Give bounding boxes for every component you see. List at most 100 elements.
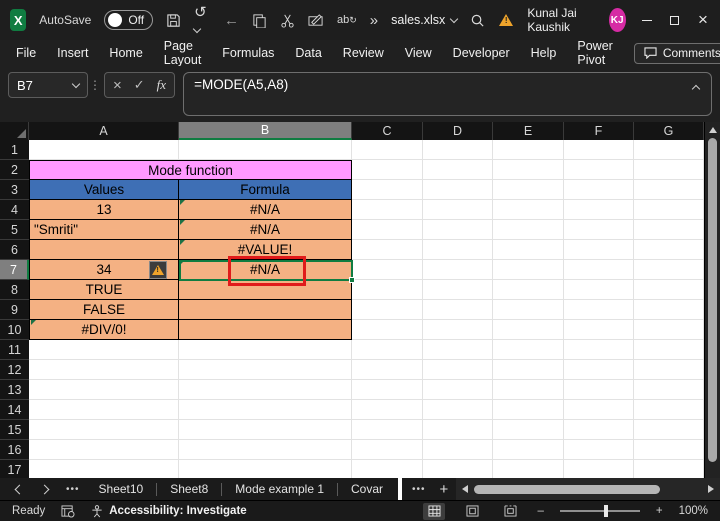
close-button[interactable]: ×	[696, 10, 710, 30]
cell[interactable]	[493, 340, 564, 360]
cell[interactable]	[493, 400, 564, 420]
cell[interactable]	[634, 400, 704, 420]
cell[interactable]	[634, 380, 704, 400]
cell[interactable]	[564, 340, 634, 360]
cell[interactable]	[423, 200, 493, 220]
tab-data[interactable]: Data	[295, 46, 321, 60]
name-box-dropdown-icon[interactable]	[71, 79, 81, 88]
column-header-d[interactable]: D	[423, 122, 493, 140]
cell[interactable]	[634, 340, 704, 360]
cell[interactable]	[564, 440, 634, 460]
column-header-g[interactable]: G	[634, 122, 704, 140]
row-header-10[interactable]: 10	[0, 320, 29, 340]
column-header-a[interactable]: A	[29, 122, 179, 140]
cut-icon[interactable]	[280, 13, 295, 28]
row-header-13[interactable]: 13	[0, 380, 29, 400]
row-header-15[interactable]: 15	[0, 420, 29, 440]
sheet-nav-right-icon[interactable]	[39, 484, 50, 494]
cell[interactable]	[564, 420, 634, 440]
tab-help[interactable]: Help	[531, 46, 557, 60]
row-header-7[interactable]: 7	[0, 260, 29, 280]
cell[interactable]	[493, 220, 564, 240]
cell-a3[interactable]: Values	[29, 180, 179, 200]
column-header-e[interactable]: E	[493, 122, 564, 140]
translate-icon[interactable]: ab↻	[337, 14, 357, 26]
column-header-f[interactable]: F	[564, 122, 634, 140]
cell-b3[interactable]: Formula	[179, 180, 352, 200]
cell[interactable]	[493, 140, 564, 160]
cell[interactable]	[634, 300, 704, 320]
cell[interactable]	[634, 200, 704, 220]
cell[interactable]	[564, 200, 634, 220]
cell[interactable]	[493, 360, 564, 380]
cell[interactable]	[423, 440, 493, 460]
cell[interactable]	[352, 460, 423, 478]
undo-button[interactable]: ↺	[192, 5, 211, 35]
cell[interactable]	[423, 220, 493, 240]
row-header-17[interactable]: 17	[0, 460, 29, 478]
save-icon[interactable]	[166, 13, 181, 28]
sheet-tab-sheet8[interactable]: Sheet8	[157, 478, 221, 500]
cell[interactable]	[493, 460, 564, 478]
cell[interactable]	[634, 320, 704, 340]
cell[interactable]	[423, 400, 493, 420]
vertical-scrollbar[interactable]	[704, 122, 720, 478]
cell-b10[interactable]	[179, 320, 352, 340]
page-break-preview-button[interactable]	[499, 503, 521, 520]
cell[interactable]	[564, 360, 634, 380]
cell-a5[interactable]: "Smriti"	[29, 220, 179, 240]
cell[interactable]	[352, 380, 423, 400]
cell-b9[interactable]	[179, 300, 352, 320]
tab-insert[interactable]: Insert	[57, 46, 88, 60]
cell[interactable]	[179, 460, 352, 478]
cell[interactable]	[564, 460, 634, 478]
cell[interactable]	[29, 460, 179, 478]
tab-home[interactable]: Home	[109, 46, 142, 60]
cell[interactable]	[634, 240, 704, 260]
cell[interactable]	[352, 400, 423, 420]
user-avatar[interactable]: KJ	[608, 8, 626, 32]
select-all-corner[interactable]	[0, 122, 29, 140]
row-header-12[interactable]: 12	[0, 360, 29, 380]
new-sheet-button[interactable]: +	[440, 481, 449, 498]
cell[interactable]	[493, 240, 564, 260]
autosave-toggle[interactable]: Off	[104, 10, 154, 30]
cell[interactable]	[564, 220, 634, 240]
tab-power-pivot[interactable]: Power Pivot	[577, 39, 612, 67]
row-header-6[interactable]: 6	[0, 240, 29, 260]
cell-b4[interactable]: #N/A	[179, 200, 352, 220]
cell[interactable]	[352, 240, 423, 260]
cell[interactable]	[179, 440, 352, 460]
cell-b6[interactable]: #VALUE!	[179, 240, 352, 260]
tab-view[interactable]: View	[405, 46, 432, 60]
cell[interactable]	[352, 280, 423, 300]
cell[interactable]	[493, 260, 564, 280]
zoom-out-button[interactable]: –	[537, 505, 543, 517]
enter-button[interactable]: ✓	[134, 77, 145, 93]
cell[interactable]	[634, 420, 704, 440]
cell[interactable]	[29, 400, 179, 420]
cell[interactable]	[29, 440, 179, 460]
comments-button[interactable]: Comments	[633, 42, 720, 64]
page-layout-view-button[interactable]	[461, 503, 483, 520]
cell[interactable]	[352, 440, 423, 460]
sheet-list-right-icon[interactable]: •••	[412, 484, 426, 495]
cancel-button[interactable]: ×	[113, 77, 122, 94]
cell[interactable]	[564, 180, 634, 200]
cell[interactable]	[352, 420, 423, 440]
macro-record-icon[interactable]	[61, 504, 75, 518]
cell[interactable]	[352, 320, 423, 340]
cell[interactable]	[493, 160, 564, 180]
cell[interactable]	[493, 200, 564, 220]
row-header-9[interactable]: 9	[0, 300, 29, 320]
cell[interactable]	[423, 320, 493, 340]
row-header-4[interactable]: 4	[0, 200, 29, 220]
cell[interactable]	[423, 340, 493, 360]
cell[interactable]	[423, 360, 493, 380]
cell[interactable]	[423, 380, 493, 400]
cell[interactable]	[564, 240, 634, 260]
cell[interactable]	[179, 400, 352, 420]
cell-a6[interactable]	[29, 240, 179, 260]
cell[interactable]	[179, 380, 352, 400]
back-arrow-icon[interactable]: ←	[224, 13, 239, 28]
